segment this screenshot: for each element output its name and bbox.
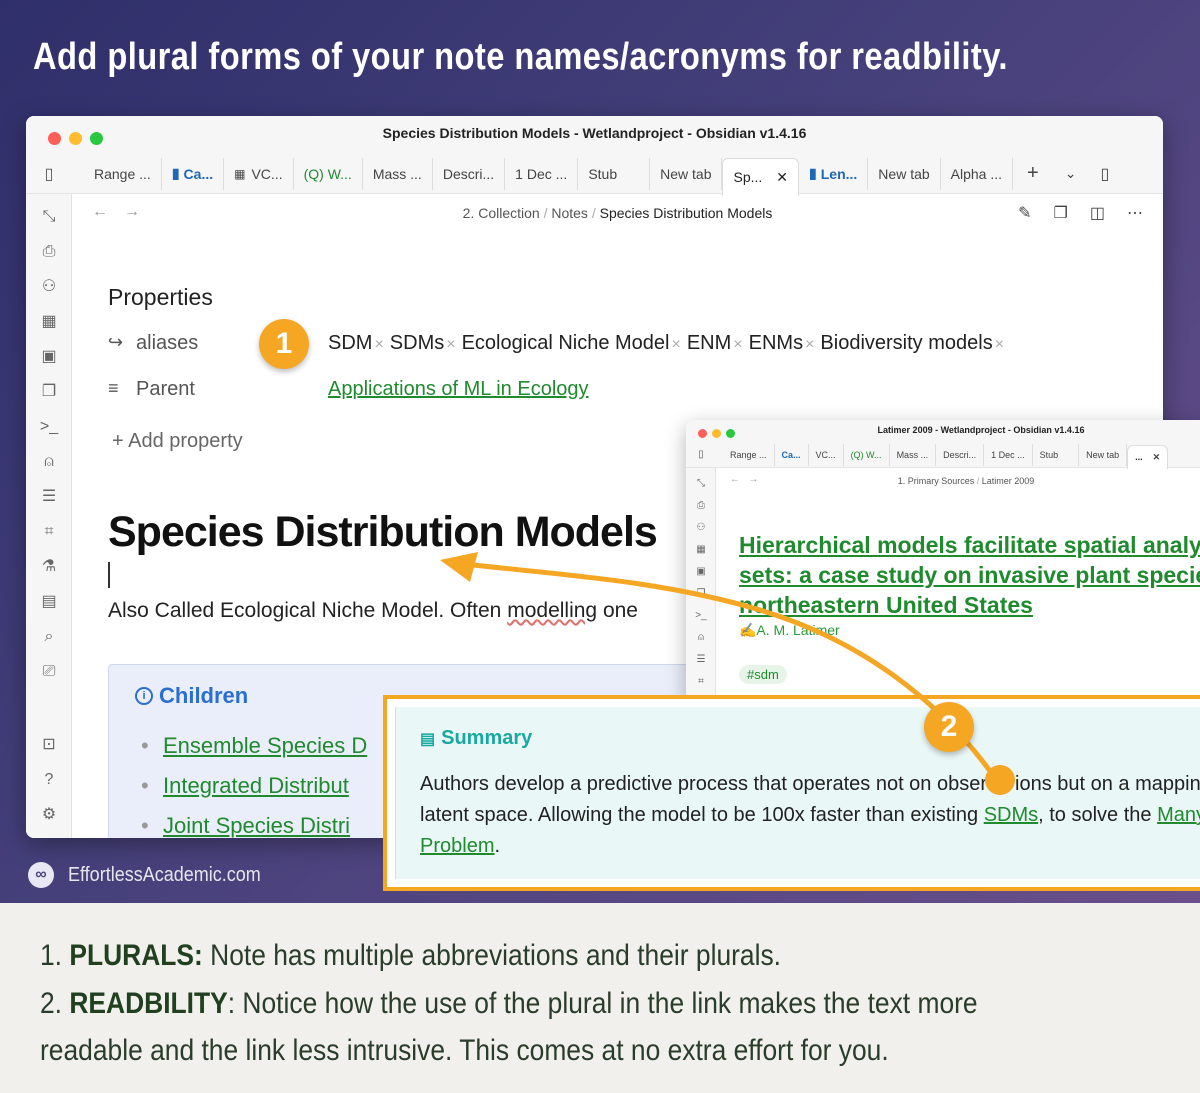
brand-text[interactable]: EffortlessAcademic.com bbox=[68, 864, 261, 887]
caption-item-2: 2. READBILITY: Notice how the use of the… bbox=[40, 980, 1043, 1075]
arrow-path bbox=[452, 560, 998, 781]
brand-footer: ∞ EffortlessAcademic.com bbox=[28, 862, 282, 888]
caption: 1. PLURALS: Note has multiple abbreviati… bbox=[40, 932, 1043, 1075]
caption-bold: READBILITY bbox=[69, 986, 228, 1020]
step-badge-2: 2 bbox=[924, 702, 974, 752]
infinity-logo-icon: ∞ bbox=[28, 862, 54, 888]
caption-number: 2. bbox=[40, 986, 70, 1020]
caption-number: 1. bbox=[40, 939, 70, 972]
arrow-head bbox=[440, 552, 478, 582]
hero-banner: Add plural forms of your note names/acro… bbox=[0, 0, 1200, 903]
caption-item-1: 1. PLURALS: Note has multiple abbreviati… bbox=[40, 932, 1043, 980]
caption-text: Note has multiple abbreviations and thei… bbox=[202, 939, 782, 972]
arrow-origin-dot bbox=[985, 765, 1015, 795]
annotation-arrow bbox=[440, 552, 998, 781]
step-badge-1: 1 bbox=[259, 319, 309, 369]
caption-bold: PLURALS: bbox=[69, 939, 203, 972]
